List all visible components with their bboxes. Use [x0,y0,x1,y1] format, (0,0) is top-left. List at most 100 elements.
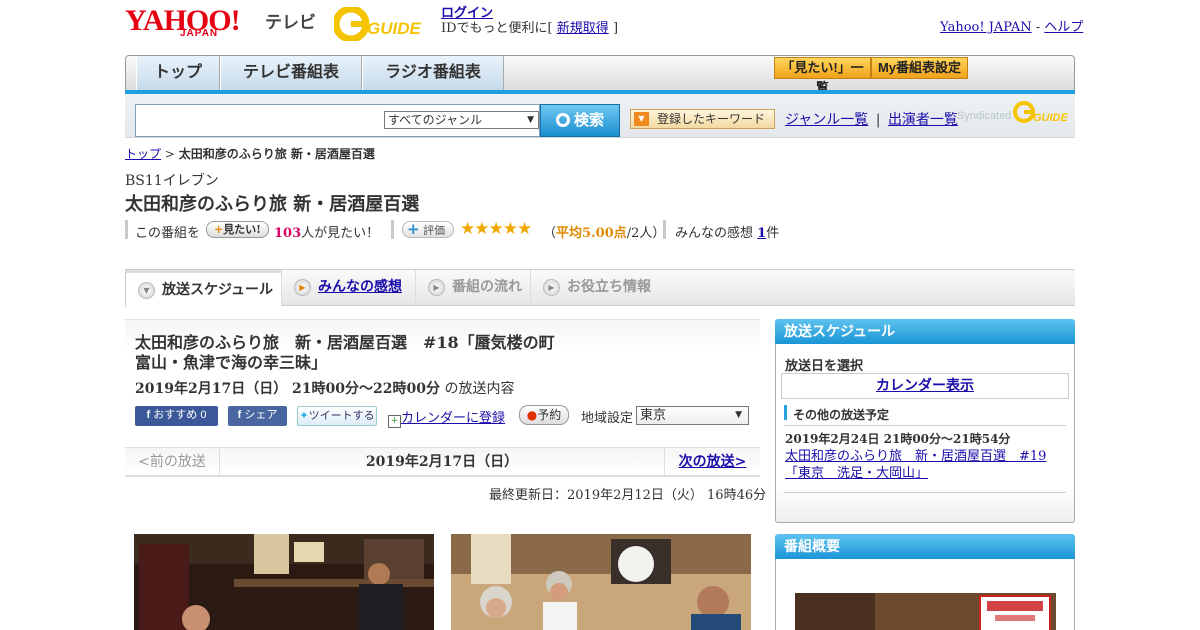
login-note-end: ] [612,21,619,36]
episode-photo-1 [134,534,434,630]
facebook-recommend-label: おすすめ 0 [153,409,207,421]
divider [125,220,128,239]
facebook-icon: f [146,409,151,421]
sidebar-schedule-box: 放送日を選択 カレンダー表示 その他の放送予定 2019年2月24日 21時00… [775,344,1075,523]
tab-program-flow-label: 番組の流れ [452,279,522,295]
rate-button[interactable]: + 評価 [402,221,454,238]
main-nav: トップ テレビ番組表 ラジオ番組表 「見たい!」一覧 My番組表設定 [125,55,1075,95]
sidebar-overview-header: 番組概要 [775,534,1075,559]
login-link[interactable]: ログイン [441,6,493,21]
divider [391,220,394,239]
login-note: IDでもっと便利に[ [441,21,553,36]
syndicated-label: Syndicated [957,110,1012,122]
want-to-watch-count: 103 [274,226,302,241]
breadcrumb-current: 太田和彦のふらり旅 新・居酒屋百選 [178,147,375,161]
my-schedule-button[interactable]: My番組表設定 [871,57,968,79]
registered-keyword-label: 登録したキーワード [657,112,766,126]
performer-list-link[interactable]: 出演者一覧 [888,112,958,128]
twitter-bird-icon: ✦ [299,410,309,422]
facebook-icon: f [237,409,242,421]
nav-tab-top[interactable]: トップ [136,56,220,91]
play-icon: ▶ [543,279,560,296]
last-updated: 最終更新日：2019年2月12日（火） 16時46分 [489,488,767,503]
header-separator: - [1035,20,1041,35]
mitai-list-button[interactable]: 「見たい!」一覧 [774,57,871,95]
nav-tab-tv-schedule[interactable]: テレビ番組表 [220,56,362,91]
channel-name: BS11イレブン [125,173,219,189]
reserve-label: 予約 [537,408,562,422]
tab-reviews-label[interactable]: みんなの感想 [318,279,402,295]
signup-link[interactable]: 新規取得 [557,21,609,36]
average-open: （ [543,226,557,241]
dropdown-arrow-icon: ▼ [634,112,649,126]
tab-schedule-label: 放送スケジュール [162,282,274,298]
help-link[interactable]: ヘルプ [1044,20,1083,35]
rate-label: 評価 [423,224,446,237]
record-icon: ● [526,408,538,422]
breadcrumb: トップ > 太田和彦のふらり旅 新・居酒屋百選 [125,145,375,162]
gguide-logo[interactable]: GUIDE [332,5,432,43]
region-select[interactable]: 東京 ▼ [636,406,749,425]
calendar-register-link[interactable]: カレンダーに登録 [401,411,505,426]
episode-datetime: 2019年2月17日（日） 21時00分～22時00分 [135,381,440,397]
episode-datetime-suffix: の放送内容 [444,381,515,397]
calendar-icon: + [388,415,401,428]
prev-broadcast: <前の放送 [125,448,220,476]
facebook-recommend-button[interactable]: f おすすめ 0 [135,406,218,426]
yahoo-japan-logo-sub: JAPAN [180,28,219,39]
average-score: 平均5.00点 [556,226,627,241]
tab-useful-info-label: お役立ち情報 [567,279,651,295]
next-broadcast-link[interactable]: 次の放送> [664,448,760,476]
program-thumbnail [795,593,1056,630]
gguide-small-logo: GUIDE [1012,101,1069,125]
chevron-down-icon: ▼ [527,115,534,125]
play-icon: ▶ [428,279,445,296]
search-icon [555,113,570,127]
search-button-label: 検索 [573,112,604,129]
genre-select[interactable]: すべてのジャンル ▼ [384,111,539,129]
svg-text:GUIDE: GUIDE [367,19,422,38]
episode-title: 太田和彦のふらり旅 新・居酒屋百選 #18「蜃気楼の町 富山・魚津で海の幸三昧」 [135,333,571,372]
reserve-button[interactable]: ●予約 [519,405,569,425]
play-icon: ▶ [294,279,311,296]
want-to-watch-label: 見たい! [223,223,262,236]
facebook-share-button[interactable]: f シェア [228,406,287,426]
calendar-view-link[interactable]: カレンダー表示 [876,378,974,394]
average-count: /2人） [626,226,666,241]
facebook-share-label: シェア [244,409,278,421]
page-title: 太田和彦のふらり旅 新・居酒屋百選 [125,194,420,215]
chevron-down-icon: ▼ [735,410,742,420]
calendar-view-button[interactable]: カレンダー表示 [781,373,1069,399]
tweet-button[interactable]: ✦ツイートする [297,406,377,426]
search-button[interactable]: 検索 [540,104,620,137]
genre-select-value: すべてのジャンル [388,113,483,127]
want-to-watch-button[interactable]: +見たい! [206,221,269,238]
episode-photo-2 [451,534,751,630]
tab-reviews[interactable]: ▶ みんなの感想 [282,270,416,306]
svg-text:GUIDE: GUIDE [1033,112,1068,124]
accent-bar [784,405,787,420]
nav-tab-radio-schedule[interactable]: ラジオ番組表 [362,56,504,91]
divider [784,425,1066,426]
tv-logo-text: テレビ [265,13,316,32]
breadcrumb-top-link[interactable]: トップ [125,147,161,161]
tab-schedule[interactable]: ▼ 放送スケジュール [125,270,282,307]
genre-list-link[interactable]: ジャンル一覧 [785,112,868,128]
star-rating: ★★★★★ [460,219,532,239]
region-label: 地域設定 [581,411,634,426]
divider [663,220,666,239]
tab-useful-info: ▶ お役立ち情報 [531,270,661,306]
want-to-watch-suffix: 人が見たい！ [301,226,380,241]
registered-keyword-button[interactable]: ▼ 登録したキーワード [630,109,775,129]
next-episode-link[interactable]: 太田和彦のふらり旅 新・居酒屋百選 #19「東京 洗足・大岡山」 [785,448,1069,482]
calendar-register[interactable]: + カレンダーに登録 [388,407,505,428]
reviews-label: みんなの感想 [675,226,754,241]
breadcrumb-separator: > [164,147,175,161]
program-stats-row: この番組を +見たい! 103人が見たい！ + 評価 ★★★★★ （平均5.00… [125,219,825,241]
yahoo-japan-link[interactable]: Yahoo! JAPAN [940,20,1032,35]
tab-program-flow: ▶ 番組の流れ [416,270,531,306]
reviews-unit: 件 [766,226,780,241]
reviews-count-link[interactable]: 1 [757,226,766,241]
tweet-label: ツイートする [308,410,375,422]
next-broadcast-datetime: 2019年2月24日 21時00分～21時54分 [785,432,1011,446]
